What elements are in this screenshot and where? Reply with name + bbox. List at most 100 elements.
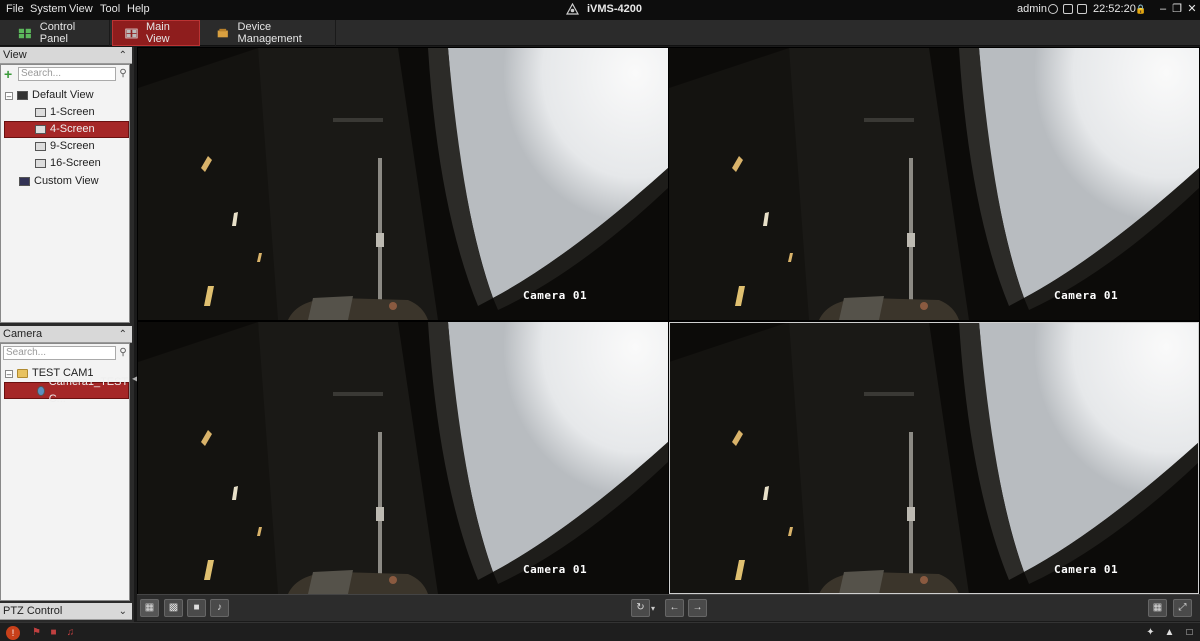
view-panel-body: + Search... ⚲ – Default View 1-Screen 4-… — [0, 64, 130, 323]
status-bar: ! ⚑ ■ ♫ ✦ ▲ □ — [0, 622, 1200, 641]
previous-icon[interactable]: ← — [665, 599, 684, 617]
stop-all-icon[interactable]: ■ — [187, 599, 206, 617]
main-view-icon — [125, 28, 138, 38]
tree-item-16-screen[interactable]: 16-Screen — [35, 155, 125, 172]
cpu-icon[interactable] — [1063, 4, 1073, 14]
camera-panel-title: Camera — [3, 328, 43, 340]
audio-icon[interactable]: ♪ — [210, 599, 229, 617]
event-icon[interactable]: ⚑ — [31, 627, 42, 638]
camera-panel-header[interactable]: Camera ⌃ — [0, 326, 132, 343]
view-search-input[interactable]: Search... — [18, 67, 116, 81]
tree-item-label: 9-Screen — [50, 140, 95, 152]
collapse-up-icon[interactable]: ⌃ — [119, 326, 127, 343]
one-screen-icon — [35, 108, 46, 117]
tree-item-label: 1-Screen — [50, 106, 95, 118]
view-folder-icon — [17, 91, 28, 100]
menu-help[interactable]: Help — [127, 3, 150, 15]
tree-item-label: Default View — [32, 89, 94, 101]
folder-icon — [17, 369, 28, 378]
ptz-panel-title: PTZ Control — [3, 605, 63, 617]
tree-item-default-view[interactable]: – Default View — [5, 87, 129, 104]
tree-item-label: Custom View — [34, 175, 99, 187]
tab-label: Main View — [145, 21, 170, 45]
network-icon[interactable] — [1048, 4, 1058, 14]
tree-item-label: Camera1_TEST C... — [48, 375, 128, 405]
collapse-icon[interactable]: – — [5, 91, 13, 100]
sound-icon[interactable]: ♫ — [65, 627, 76, 638]
tab-control-panel[interactable]: Control Panel — [6, 20, 110, 46]
four-screen-icon — [35, 125, 46, 134]
fullscreen-icon[interactable]: ⤢ — [1173, 599, 1192, 617]
ram-icon[interactable] — [1077, 4, 1087, 14]
app-logo-icon — [566, 3, 579, 15]
tree-item-custom-view[interactable]: Custom View — [19, 173, 125, 190]
nine-screen-icon — [35, 142, 46, 151]
system-clock: 22:52:20 — [1093, 3, 1136, 15]
view-layout-icon[interactable]: ▩ — [164, 599, 183, 617]
search-icon[interactable]: ⚲ — [117, 347, 129, 359]
module-tab-bar: Control Panel Main View Device Managemen… — [0, 20, 1200, 46]
menu-tool[interactable]: Tool — [100, 3, 120, 15]
minimize-button[interactable]: – — [1156, 2, 1170, 16]
tree-item-1-screen[interactable]: 1-Screen — [35, 104, 125, 121]
camera-icon — [37, 385, 45, 396]
tab-main-view[interactable]: Main View — [112, 20, 200, 46]
live-view-grid: Camera 01 Camera 01 Camera 01 Camera 01 — [137, 47, 1200, 594]
camera-label: Camera 01 — [523, 563, 588, 576]
next-icon[interactable]: → — [688, 599, 707, 617]
menu-system[interactable]: System — [30, 3, 67, 15]
video-feed — [138, 48, 668, 320]
sixteen-screen-icon — [35, 159, 46, 168]
lock-icon[interactable]: 🔒 — [1134, 2, 1148, 16]
tree-item-label: 4-Screen — [50, 123, 95, 135]
record-icon[interactable]: ■ — [48, 627, 59, 638]
pin-icon[interactable]: ✦ — [1145, 627, 1156, 638]
save-view-icon[interactable]: ▦ — [140, 599, 159, 617]
dropdown-arrow-icon[interactable]: ▾ — [651, 604, 655, 613]
tab-label: Control Panel — [39, 21, 76, 45]
left-panel: View ⌃ + Search... ⚲ – Default View 1-Sc… — [0, 47, 138, 624]
video-feed — [138, 322, 668, 594]
app-title: iVMS-4200 — [587, 3, 643, 15]
restore-button[interactable]: ❐ — [1170, 2, 1184, 16]
open-panel-icon[interactable]: □ — [1184, 627, 1195, 638]
tree-item-label: 16-Screen — [50, 157, 101, 169]
video-feed — [669, 322, 1199, 594]
tree-item-4-screen[interactable]: 4-Screen — [4, 121, 129, 138]
video-cell-1[interactable]: Camera 01 — [138, 48, 668, 320]
camera-label: Camera 01 — [523, 289, 588, 302]
window-division-icon[interactable]: ▦ — [1148, 599, 1167, 617]
collapse-left-icon[interactable]: ◀ — [132, 374, 138, 383]
tree-item-camera1[interactable]: Camera1_TEST C... — [4, 376, 129, 405]
tab-device-management[interactable]: Device Management — [202, 20, 336, 46]
view-panel-header[interactable]: View ⌃ — [0, 47, 132, 64]
camera-label: Camera 01 — [1054, 563, 1119, 576]
menu-view[interactable]: View — [69, 3, 93, 15]
alarm-icon[interactable]: ! — [6, 626, 20, 640]
collapse-up-icon[interactable]: ⌃ — [119, 47, 127, 64]
video-cell-3[interactable]: Camera 01 — [138, 322, 668, 594]
close-button[interactable]: ✕ — [1185, 2, 1199, 16]
menu-file[interactable]: File — [6, 3, 24, 15]
tab-label: Device Management — [237, 21, 302, 45]
menu-bar: File System View Tool Help iVMS-4200 adm… — [0, 0, 1200, 20]
ptz-panel-header[interactable]: PTZ Control ⌄ — [0, 603, 132, 620]
collapse-icon[interactable]: – — [5, 369, 13, 378]
video-cell-4[interactable]: Camera 01 — [669, 322, 1199, 594]
view-panel-title: View — [3, 49, 27, 61]
search-icon[interactable]: ⚲ — [117, 68, 129, 80]
video-feed — [669, 48, 1199, 320]
add-view-icon[interactable]: + — [4, 67, 16, 81]
camera-search-input[interactable]: Search... — [3, 346, 116, 360]
video-cell-2[interactable]: Camera 01 — [669, 48, 1199, 320]
expand-up-icon[interactable]: ▲ — [1164, 627, 1175, 638]
control-panel-icon — [18, 28, 31, 38]
camera-panel-body: Search... ⚲ – TEST CAM1 Camera1_TEST C..… — [0, 343, 130, 601]
tree-item-9-screen[interactable]: 9-Screen — [35, 138, 125, 155]
expand-down-icon[interactable]: ⌄ — [119, 603, 127, 620]
device-management-icon — [217, 28, 228, 37]
camera-label: Camera 01 — [1054, 289, 1119, 302]
live-view-toolbar: ▦ ▩ ■ ♪ ↻ ▾ ← → ▦ ⤢ — [137, 594, 1200, 621]
current-user[interactable]: admin — [1017, 3, 1047, 15]
refresh-icon[interactable]: ↻ — [631, 599, 650, 617]
